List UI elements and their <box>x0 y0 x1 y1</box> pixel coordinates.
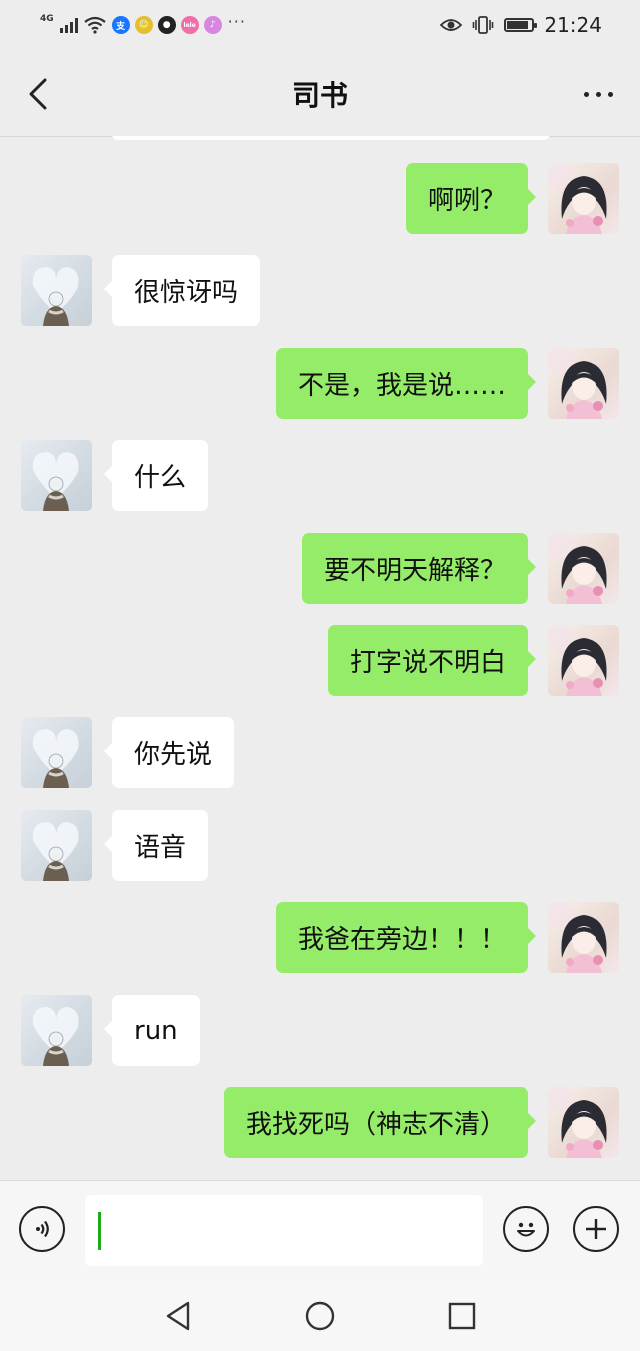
status-bar: 4G 支 ☺ ● lele ♪ ··· 21:24 <box>0 0 640 50</box>
message-bubble[interactable]: 打字说不明白 <box>327 625 537 696</box>
system-home-button[interactable] <box>300 1296 340 1336</box>
sent-message: 我爸在旁边！！！ <box>0 902 640 974</box>
dot-icon <box>595 91 601 97</box>
app-pink-icon: lele <box>180 16 199 34</box>
sent-message: 不是，我是说…… <box>0 348 640 420</box>
signal-icon <box>59 17 78 33</box>
battery-icon <box>504 18 538 32</box>
input-bar <box>0 1180 640 1281</box>
message-input[interactable] <box>85 1195 483 1266</box>
circle-home-icon <box>305 1301 335 1331</box>
message-bubble[interactable]: 要不明天解释？ <box>301 533 537 604</box>
eye-comfort-icon <box>440 19 463 31</box>
game-icon: ● <box>157 16 176 34</box>
message-bubble[interactable]: 不是，我是说…… <box>275 348 537 419</box>
clock: 21:24 <box>544 13 602 37</box>
received-message: run <box>0 995 640 1067</box>
wifi-icon <box>83 16 106 34</box>
music-icon: ♪ <box>203 16 222 34</box>
system-recents-button[interactable] <box>442 1296 482 1336</box>
received-message: 什么 <box>0 440 640 512</box>
received-message: 语音 <box>0 810 640 882</box>
my-avatar[interactable] <box>548 1087 619 1158</box>
message-bubble[interactable]: 我爸在旁边！！！ <box>275 902 537 973</box>
message-bubble[interactable]: 很惊讶吗 <box>103 255 261 326</box>
vibrate-icon <box>473 16 494 34</box>
sent-message: 打字说不明白 <box>0 625 640 697</box>
my-avatar[interactable] <box>548 625 619 696</box>
plus-icon <box>586 1219 606 1239</box>
alipay-icon: 支 <box>111 16 130 34</box>
my-avatar[interactable] <box>548 902 619 973</box>
system-navigation-bar <box>0 1280 640 1351</box>
contact-avatar[interactable] <box>21 995 92 1066</box>
message-bubble[interactable]: run <box>104 995 200 1066</box>
message-bubble[interactable]: 啊咧？ <box>405 163 537 234</box>
voice-icon <box>36 1220 49 1238</box>
my-avatar[interactable] <box>548 533 619 604</box>
contact-avatar[interactable] <box>21 440 92 511</box>
sent-message: 要不明天解释？ <box>0 533 640 605</box>
contact-avatar[interactable] <box>21 717 92 788</box>
status-left: 4G 支 ☺ ● lele ♪ ··· <box>40 12 246 38</box>
text-cursor <box>98 1212 101 1250</box>
message-bubble[interactable]: 语音 <box>103 810 209 881</box>
notification-app-icons: 支 ☺ ● lele ♪ <box>111 16 222 34</box>
more-options-button[interactable] <box>578 78 618 110</box>
message-list[interactable]: 啊咧？ 很惊讶吗 不是，我是说…… 什么要不明天解释？ 打字说不明白你先说语音 我爸在旁边… <box>0 136 640 1180</box>
message-bubble[interactable]: 你先说 <box>103 717 235 788</box>
previous-message-bubble <box>112 136 550 140</box>
network-type: 4G <box>40 14 54 24</box>
chat-header: 司书 <box>0 50 640 137</box>
my-avatar[interactable] <box>548 348 619 419</box>
message-bubble[interactable]: 什么 <box>103 440 209 511</box>
emoji-button[interactable] <box>503 1206 549 1252</box>
app-yellow-icon: ☺ <box>134 16 153 34</box>
received-message: 很惊讶吗 <box>0 255 640 327</box>
status-right: 21:24 <box>440 12 602 38</box>
dot-icon <box>607 91 613 97</box>
received-message: 你先说 <box>0 717 640 789</box>
triangle-back-icon <box>166 1301 190 1331</box>
sent-message: 我找死吗（神志不清） <box>0 1087 640 1159</box>
message-bubble[interactable]: 我找死吗（神志不清） <box>223 1087 537 1158</box>
voice-input-button[interactable] <box>19 1206 65 1252</box>
more-notifications-icon: ··· <box>227 11 246 31</box>
my-avatar[interactable] <box>548 163 619 234</box>
system-back-button[interactable] <box>158 1296 198 1336</box>
smiley-icon <box>517 1222 535 1237</box>
more-functions-button[interactable] <box>573 1206 619 1252</box>
contact-avatar[interactable] <box>21 255 92 326</box>
sent-message: 啊咧？ <box>0 163 640 235</box>
contact-avatar[interactable] <box>21 810 92 881</box>
dot-icon <box>583 91 589 97</box>
square-recents-icon <box>448 1302 476 1330</box>
chat-title: 司书 <box>291 79 348 112</box>
